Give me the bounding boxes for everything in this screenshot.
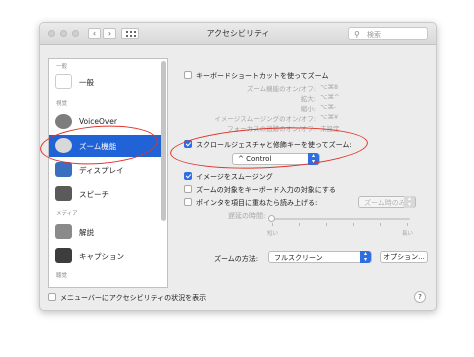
hover-text-label: ポインタを項目に重ねたら読み上げる: — [196, 199, 318, 207]
sidebar-item-label: 一般 — [79, 78, 94, 87]
shortcut-key: 縮小: — [300, 105, 316, 113]
display-icon — [55, 162, 72, 177]
descriptions-icon — [55, 224, 72, 239]
smooth-images-checkbox[interactable] — [184, 172, 192, 180]
speech-icon — [55, 186, 72, 201]
zoom-style-label: ズームの方法: — [214, 255, 259, 263]
menu-bar-status-label: メニューバーにアクセシビリティの状況を表示 — [60, 294, 207, 302]
shortcut-key: ズーム機能のオン/オフ: — [246, 85, 316, 93]
sidebar-item-label: 解説 — [79, 228, 94, 237]
keyboard-shortcuts-checkbox[interactable] — [184, 71, 192, 79]
menu-bar-status-checkbox[interactable] — [48, 293, 56, 301]
search-icon: ⚲ — [354, 30, 360, 39]
speak-delay-knob[interactable] — [268, 215, 275, 222]
shortcut-value: ⌥⌘- — [320, 103, 337, 111]
sidebar-item-captions[interactable]: キャプション — [49, 245, 161, 267]
help-button[interactable]: ? — [414, 291, 426, 303]
shortcut-value: ⌥⌘^ — [320, 93, 340, 101]
captions-icon — [55, 248, 72, 263]
slider-tick — [380, 223, 381, 226]
shortcut-row: 縮小: ⌥⌘- — [206, 103, 356, 113]
title-bar: ‹ › アクセシビリティ ⚲ 検索 — [40, 23, 436, 45]
shortcut-value: ⌥⌘8 — [320, 83, 339, 91]
hover-text-checkbox[interactable] — [184, 198, 192, 206]
zoom-style-popup[interactable]: フルスクリーン ▴ ▾ — [268, 251, 372, 263]
zoom-settings-panel: キーボードショートカットを使ってズーム ズーム機能のオン/オフ: ⌥⌘8 拡大:… — [176, 58, 430, 288]
keyboard-shortcuts-label: キーボードショートカットを使ってズーム — [196, 72, 329, 80]
shortcut-row: 拡大: ⌥⌘^ — [206, 93, 356, 103]
speak-delay-label: 遅延の時間: — [228, 212, 266, 220]
sidebar-item-label: ディスプレイ — [79, 166, 124, 175]
smooth-images-label: イメージをスムージング — [196, 173, 273, 181]
speak-delay-slider[interactable] — [272, 218, 410, 220]
sidebar-item-general[interactable]: 一般 — [49, 71, 161, 93]
category-sidebar: 一般 一般 視覚 VoiceOver ズーム機能 ディスプレイ スピーチ メディ… — [48, 58, 168, 288]
sidebar-item-descriptions[interactable]: 解説 — [49, 221, 161, 243]
sidebar-item-label: キャプション — [79, 252, 124, 261]
slider-tick — [407, 223, 408, 226]
slider-tick — [326, 223, 327, 226]
voiceover-icon — [55, 114, 72, 129]
sidebar-item-label: スピーチ — [79, 190, 109, 199]
shortcut-row: イメージスムージングのオン/オフ: ⌥⌘¥ — [206, 113, 356, 123]
zoom-style-value: フルスクリーン — [274, 254, 323, 262]
follow-focus-checkbox[interactable] — [184, 185, 192, 193]
shortcut-key: イメージスムージングのオン/オフ: — [214, 115, 316, 123]
search-placeholder: 検索 — [367, 31, 381, 39]
general-icon — [55, 74, 72, 89]
shortcut-key: 拡大: — [300, 95, 316, 103]
follow-focus-label: ズームの対象をキーボード入力の対象にする — [196, 186, 336, 194]
sidebar-item-speech[interactable]: スピーチ — [49, 183, 161, 205]
chevron-updown-icon: ▴ ▾ — [404, 196, 415, 208]
slider-min-label: 短い — [267, 231, 279, 237]
shortcut-value: ⌥⌘¥ — [320, 113, 339, 121]
chevron-updown-icon: ▴ ▾ — [360, 251, 371, 263]
shortcut-row: ズーム機能のオン/オフ: ⌥⌘8 — [206, 83, 356, 93]
slider-tick — [299, 223, 300, 226]
slider-tick — [353, 223, 354, 226]
slider-tick — [272, 223, 273, 226]
hover-mode-value: ズーム時のみ — [364, 199, 406, 207]
search-field[interactable]: ⚲ 検索 — [348, 27, 428, 40]
hover-mode-popup[interactable]: ズーム時のみ ▴ ▾ — [358, 196, 416, 208]
section-hearing: 聴覚 — [56, 273, 68, 279]
section-media: メディア — [56, 211, 78, 217]
section-general: 一般 — [56, 64, 68, 70]
options-button[interactable]: オプション... — [380, 251, 428, 263]
section-vision: 視覚 — [56, 101, 68, 107]
sidebar-scrollbar[interactable] — [161, 61, 166, 221]
slider-max-label: 長い — [402, 231, 414, 237]
